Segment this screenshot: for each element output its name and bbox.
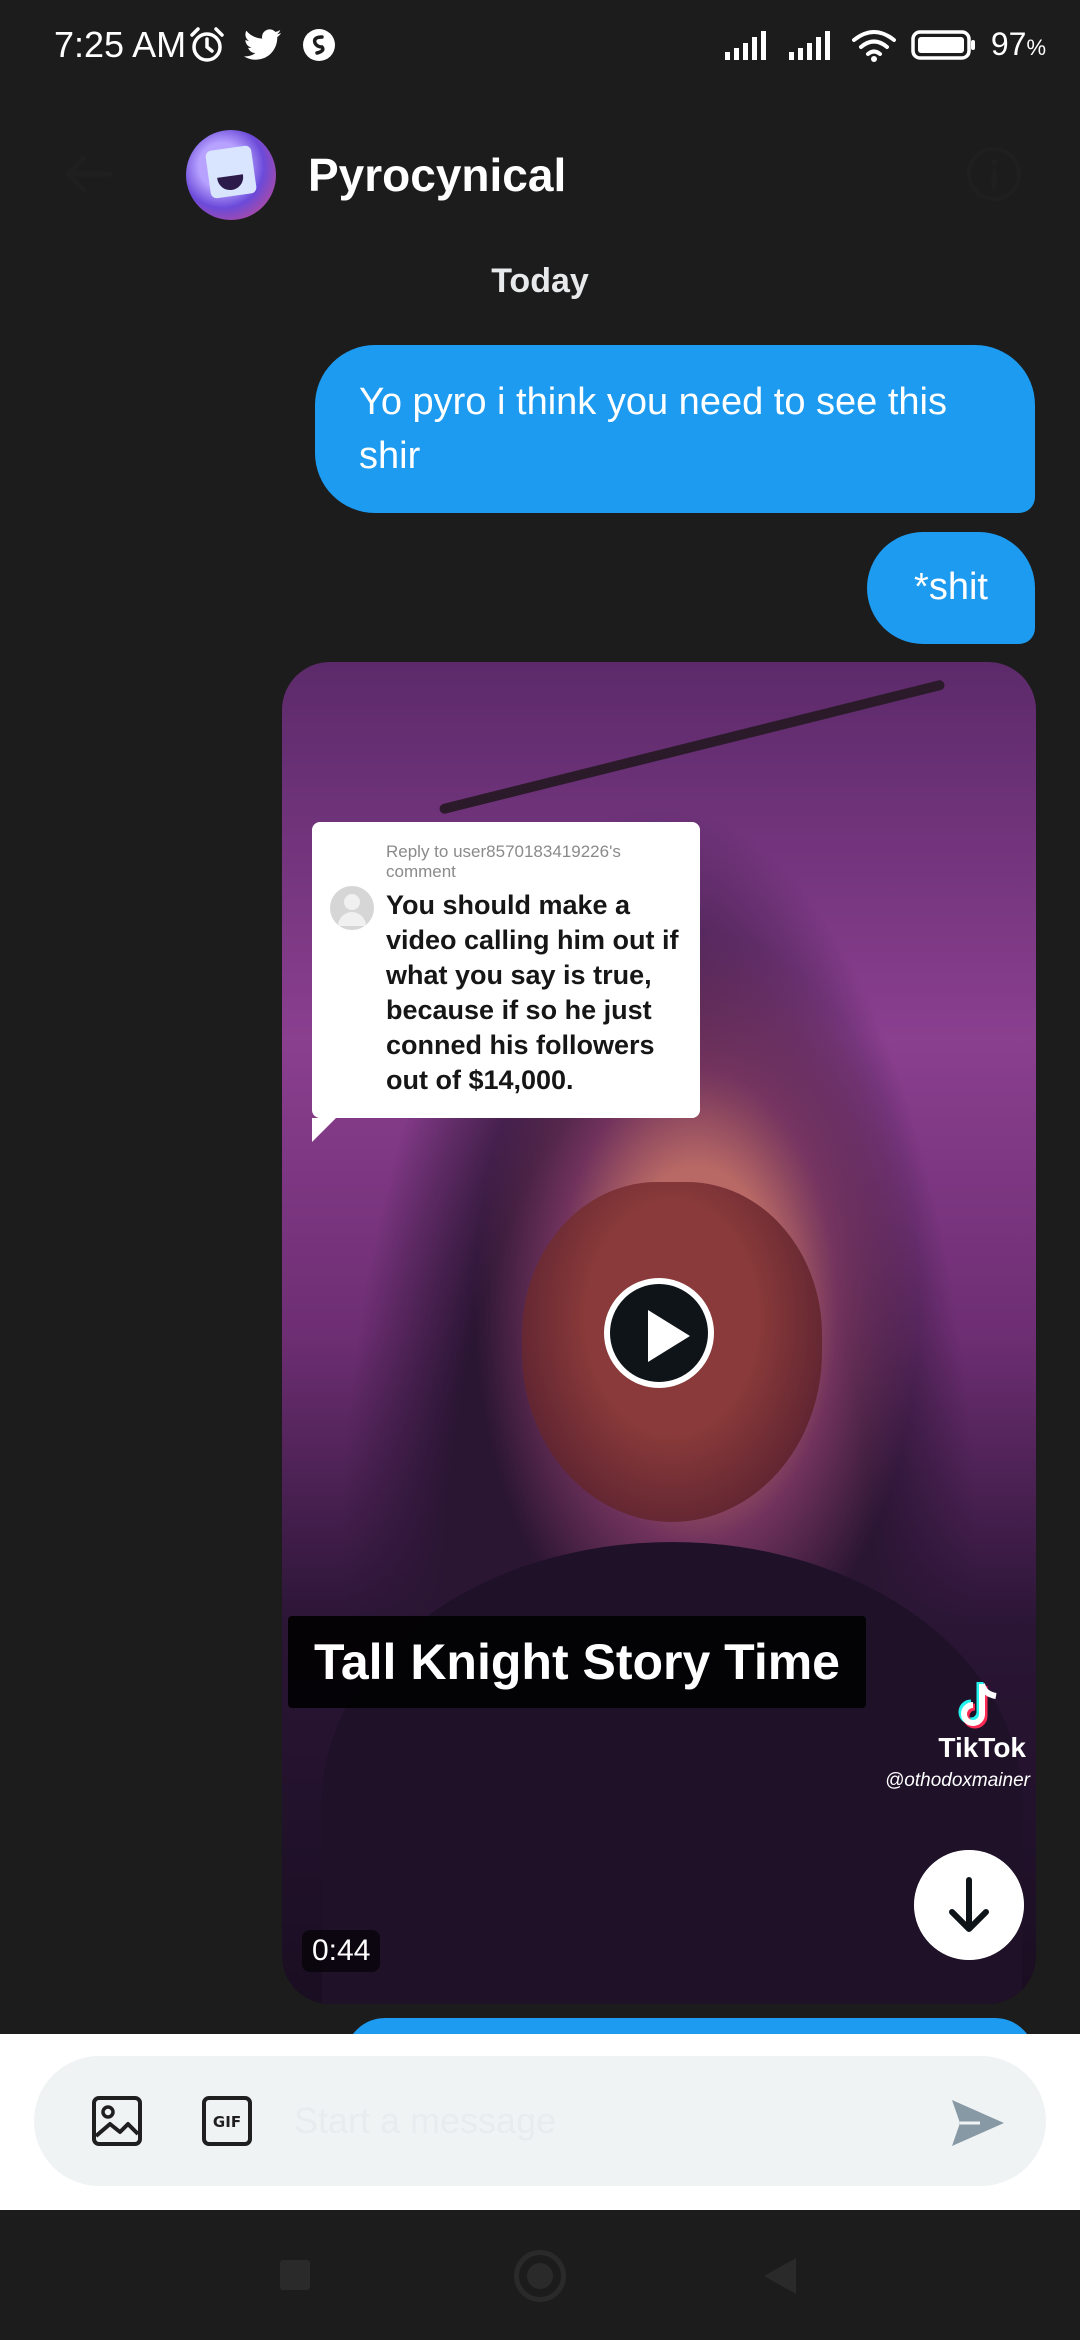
system-nav-bar xyxy=(0,2210,1080,2340)
back-triangle-icon[interactable] xyxy=(764,2258,796,2294)
info-icon[interactable] xyxy=(964,144,1024,204)
svg-text:GIF: GIF xyxy=(213,2113,241,2131)
comment-text: You should make a video calling him out … xyxy=(386,890,679,1095)
signal-icon xyxy=(724,30,766,60)
message-composer: GIF xyxy=(0,2034,1080,2210)
signal-icon xyxy=(788,30,830,60)
status-bar: 7:25 AM 97% xyxy=(0,0,1080,96)
conversation-header: Pyrocynical xyxy=(0,96,1080,256)
shazam-icon xyxy=(303,29,335,61)
video-message[interactable]: Reply to user8570183419226's comment You… xyxy=(282,662,1036,2004)
download-icon[interactable] xyxy=(914,1850,1024,1960)
message-input[interactable] xyxy=(294,2090,934,2152)
status-time: 7:25 AM xyxy=(54,24,187,65)
tiktok-handle: @othodoxmainer xyxy=(885,1770,1030,1791)
message-bubble[interactable]: *shit xyxy=(867,532,1035,644)
tiktok-watermark: TikTok xyxy=(938,1732,1026,1763)
video-duration: 0:44 xyxy=(302,1930,381,1972)
video-frame-detail xyxy=(438,679,946,815)
date-separator: Today xyxy=(491,262,589,300)
battery-icon xyxy=(911,29,975,60)
gif-icon[interactable]: GIF xyxy=(200,2094,254,2148)
back-arrow-icon[interactable] xyxy=(56,142,120,206)
home-icon[interactable] xyxy=(514,2250,566,2302)
twitter-bird-icon xyxy=(244,29,282,60)
alarm-icon xyxy=(190,27,224,62)
contact-name[interactable]: Pyrocynical xyxy=(308,148,566,202)
image-icon[interactable] xyxy=(90,2094,144,2148)
tiktok-logo-icon xyxy=(958,1682,997,1729)
play-icon[interactable] xyxy=(604,1278,714,1388)
commenter-avatar-icon xyxy=(330,886,374,930)
message-bubble[interactable]: Yo pyro i think you need to see this shi… xyxy=(315,345,1035,513)
send-icon[interactable] xyxy=(946,2092,1008,2154)
composer-field: GIF xyxy=(34,2056,1046,2186)
avatar[interactable] xyxy=(186,130,276,220)
battery-percent-suffix: % xyxy=(1026,35,1046,60)
tiktok-comment-card: Reply to user8570183419226's comment You… xyxy=(312,822,700,1142)
recents-icon[interactable] xyxy=(280,2260,310,2290)
video-caption: Tall Knight Story Time xyxy=(288,1616,866,1708)
comment-reply-label: Reply to user8570183419226's comment xyxy=(386,842,621,881)
wifi-icon xyxy=(851,29,896,62)
battery-percent: 97 xyxy=(990,26,1027,62)
